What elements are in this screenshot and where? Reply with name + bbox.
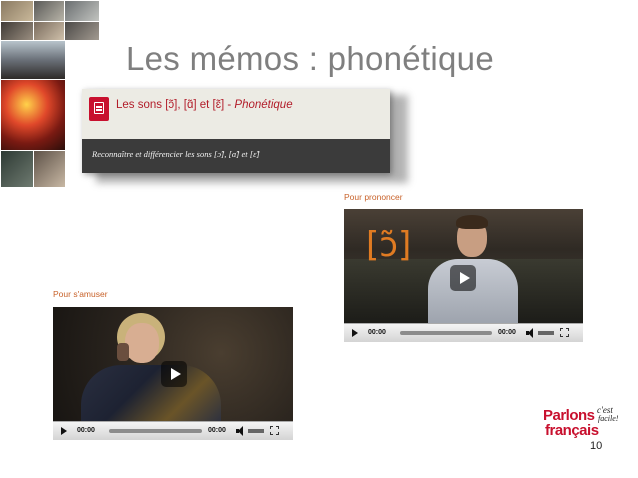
card-title-category: Phonétique [234, 99, 293, 111]
collage-photo [0, 21, 34, 41]
play-icon[interactable] [61, 427, 67, 435]
time-total: 00:00 [498, 329, 516, 336]
phonetic-symbol-overlay: [ɔ̃] [366, 225, 412, 265]
video-player-amuser[interactable]: 00:00 00:00 [53, 307, 293, 440]
card-footer: Reconnaître et différencier les sons [ɔ̃… [82, 139, 390, 173]
presenter-head [125, 323, 159, 363]
time-elapsed: 00:00 [368, 329, 386, 336]
video-player-prononcer[interactable]: [ɔ̃] 00:00 00:00 [344, 209, 583, 342]
volume-icon[interactable] [236, 426, 246, 436]
card-header: Les sons [ɔ̃], [ɑ̃] et [ɛ̃] - Phonétique [82, 89, 390, 139]
document-icon [89, 97, 109, 121]
collage-photo [33, 150, 66, 188]
card-title[interactable]: Les sons [ɔ̃], [ɑ̃] et [ɛ̃] - Phonétique [116, 99, 293, 111]
collage-photo [0, 40, 66, 80]
collage-photo [64, 21, 100, 41]
collage-photo [64, 0, 100, 22]
play-overlay-icon[interactable] [450, 265, 476, 291]
parlons-francais-logo: Parlons français c'est facile! [540, 405, 632, 445]
phone-in-hand [117, 343, 129, 361]
label-pour-s-amuser: Pour s'amuser [53, 289, 108, 299]
volume-slider[interactable] [248, 429, 264, 433]
video-controls: 00:00 00:00 [53, 421, 293, 440]
progress-bar[interactable] [400, 331, 492, 335]
volume-slider[interactable] [538, 331, 554, 335]
fullscreen-icon[interactable] [560, 328, 569, 337]
card-title-main: Les sons [ɔ̃], [ɑ̃] et [ɛ̃] - [116, 99, 235, 111]
presenter-hair [456, 215, 488, 229]
play-overlay-icon[interactable] [161, 361, 187, 387]
course-card[interactable]: Les sons [ɔ̃], [ɑ̃] et [ɛ̃] - Phonétique… [82, 89, 390, 173]
time-total: 00:00 [208, 427, 226, 434]
play-icon[interactable] [352, 329, 358, 337]
collage-photo [33, 21, 65, 41]
logo-line-francais: français [545, 422, 599, 439]
page-title: Les mémos : phonétique [126, 40, 494, 77]
card-subtitle: Reconnaître et différencier les sons [ɔ̃… [92, 149, 260, 159]
collage-photo [0, 150, 34, 188]
time-elapsed: 00:00 [77, 427, 95, 434]
progress-bar[interactable] [109, 429, 202, 433]
label-pour-prononcer: Pour prononcer [344, 192, 403, 202]
logo-line-facile: facile! [598, 414, 619, 423]
volume-icon[interactable] [526, 328, 536, 338]
collage-photo [0, 0, 34, 22]
collage-photo [33, 0, 65, 22]
video-controls: 00:00 00:00 [344, 323, 583, 342]
presenter-body [81, 365, 221, 425]
page-number: 10 [590, 440, 603, 452]
collage-photo [0, 79, 66, 151]
fullscreen-icon[interactable] [270, 426, 279, 435]
